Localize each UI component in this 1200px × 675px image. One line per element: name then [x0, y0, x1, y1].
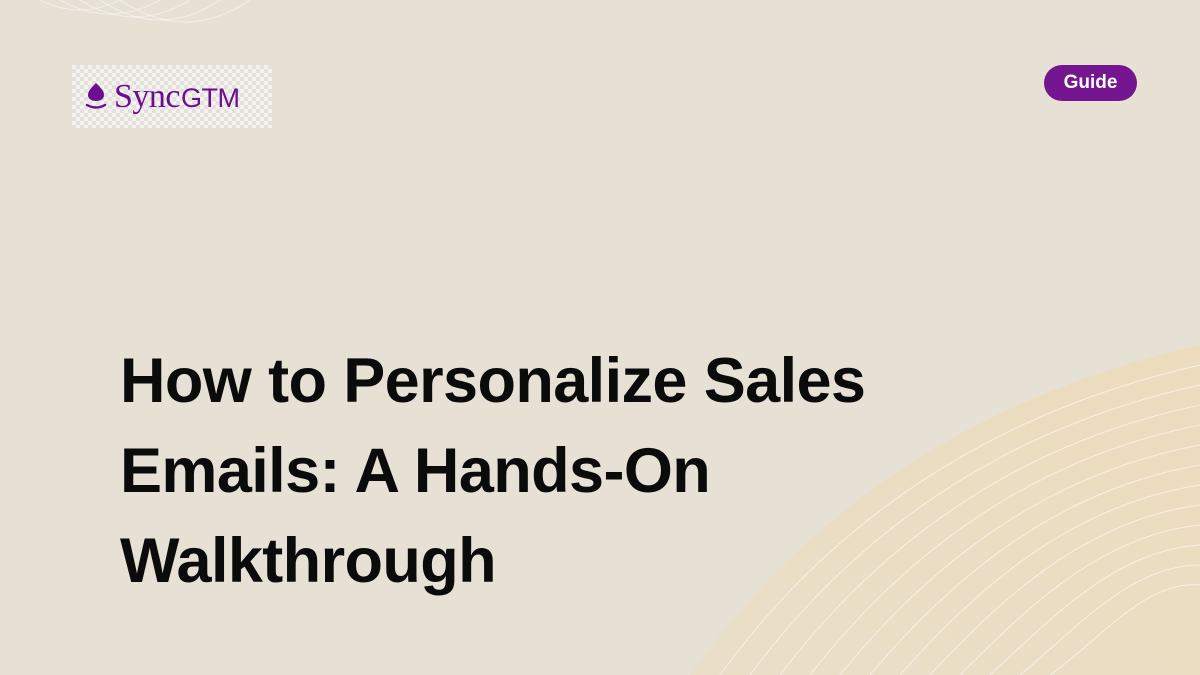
logo-text-gtm: GTM: [181, 83, 240, 113]
headline-line-1: How to Personalize Sales: [120, 346, 866, 416]
logo: SyncGTM: [72, 65, 272, 128]
logo-wordmark: SyncGTM: [114, 77, 240, 117]
logo-text-sync: Sync: [114, 78, 181, 115]
drop-chat-icon: [85, 83, 107, 109]
hero-card: SyncGTM Guide How to Personalize Sales E…: [0, 0, 1200, 675]
article-headline: How to Personalize Sales Emails: A Hands…: [120, 336, 1020, 606]
category-badge: Guide: [1044, 65, 1137, 101]
headline-line-2: Emails: A Hands-On: [120, 436, 711, 506]
headline-line-3: Walkthrough: [120, 526, 497, 596]
